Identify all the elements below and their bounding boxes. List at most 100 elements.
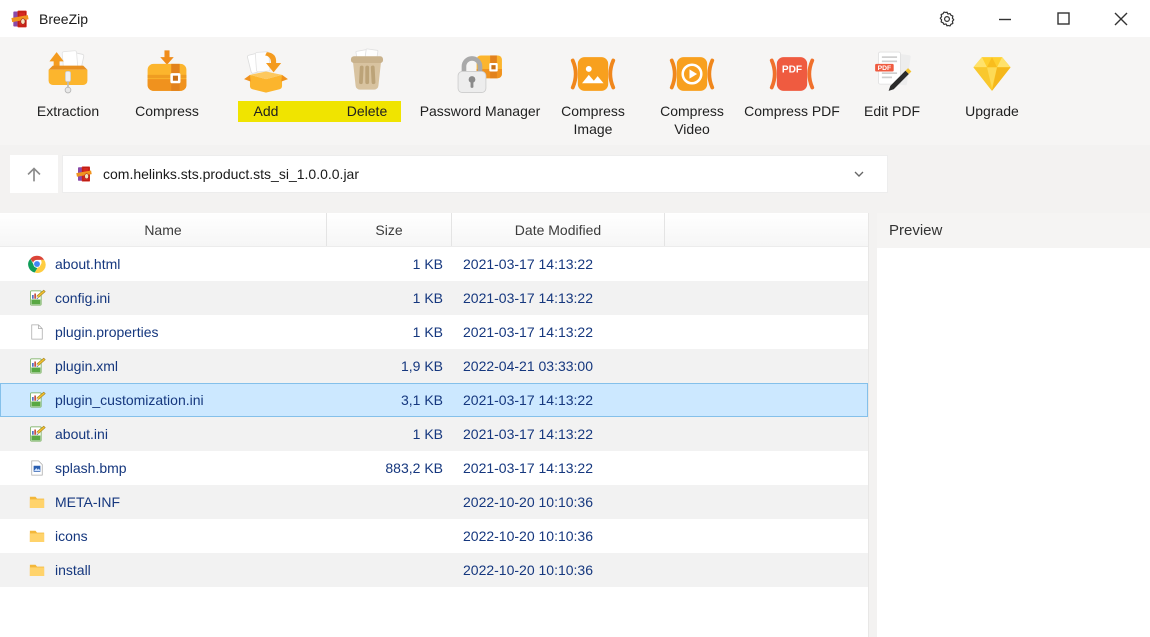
ini-file-icon [28, 425, 46, 443]
toolbar-label-password-manager: Password Manager [410, 102, 550, 120]
file-size: 1 KB [328, 324, 453, 340]
file-name: config.ini [55, 290, 110, 306]
folder-name: META-INF [55, 494, 120, 510]
title-left: BreeZip [0, 9, 88, 29]
pane-divider[interactable] [868, 213, 877, 637]
folder-icon [28, 493, 46, 511]
compress-pdf-icon: PDF [737, 44, 847, 101]
preview-pane: Preview [877, 213, 1150, 637]
file-date: 2022-10-20 10:10:36 [453, 494, 666, 510]
toolbar-upgrade-button[interactable]: Upgrade [942, 44, 1042, 120]
ini-file-icon [28, 391, 46, 409]
folder-row[interactable]: icons 2022-10-20 10:10:36 [0, 519, 868, 553]
extraction-box-icon [18, 44, 118, 101]
file-size: 1,9 KB [328, 358, 453, 374]
column-header-name[interactable]: Name [0, 213, 327, 246]
content-area: Name Size Date Modified about.html 1 KB … [0, 213, 1150, 637]
archive-path-text: com.helinks.sts.product.sts_si_1.0.0.0.j… [103, 166, 851, 182]
toolbar-extraction-button[interactable]: Extraction [18, 44, 118, 120]
ini-file-icon [28, 357, 46, 375]
password-lock-icon [410, 44, 550, 101]
file-name-cell: plugin.xml [1, 357, 328, 375]
file-row[interactable]: about.ini 1 KB 2021-03-17 14:13:22 [0, 417, 868, 451]
up-arrow-icon [23, 163, 45, 185]
app-window: BreeZip [0, 0, 1150, 637]
toolbar-compress-image-button[interactable]: Compress Image [548, 44, 638, 138]
navigate-up-button[interactable] [10, 155, 58, 193]
file-size: 1 KB [328, 290, 453, 306]
file-date: 2022-10-20 10:10:36 [453, 528, 666, 544]
file-row[interactable]: about.html 1 KB 2021-03-17 14:13:22 [0, 247, 868, 281]
ini-file-icon [28, 289, 46, 307]
minimize-button[interactable] [976, 0, 1034, 37]
file-row-selected[interactable]: plugin_customization.ini 3,1 KB 2021-03-… [0, 383, 868, 417]
file-date: 2022-04-21 03:33:00 [453, 358, 666, 374]
file-name-cell: about.ini [1, 425, 328, 443]
svg-text:PDF: PDF [878, 65, 892, 72]
file-name-cell: splash.bmp [1, 459, 328, 477]
toolbar-add-button[interactable]: Add [216, 44, 316, 120]
maximize-button[interactable] [1034, 0, 1092, 37]
file-date: 2021-03-17 14:13:22 [453, 290, 666, 306]
toolbar-label-add: Add [216, 102, 316, 120]
breezip-logo-icon [10, 9, 30, 29]
upgrade-gem-icon [942, 44, 1042, 101]
svg-text:PDF: PDF [782, 64, 802, 75]
file-date: 2021-03-17 14:13:22 [453, 256, 666, 272]
column-header-date-modified[interactable]: Date Modified [452, 213, 665, 246]
folder-icon [28, 527, 46, 545]
file-name: about.html [55, 256, 120, 272]
file-size: 883,2 KB [328, 460, 453, 476]
toolbar-label-extraction: Extraction [18, 102, 118, 120]
folder-icon [28, 561, 46, 579]
jar-archive-icon [75, 165, 93, 183]
archive-path-combobox[interactable]: com.helinks.sts.product.sts_si_1.0.0.0.j… [62, 155, 888, 193]
preview-body [877, 248, 1150, 637]
chevron-down-icon[interactable] [851, 166, 867, 182]
column-header-filler [665, 213, 868, 246]
file-size: 1 KB [328, 256, 453, 272]
file-name-cell: config.ini [1, 289, 328, 307]
toolbar-compress-button[interactable]: Compress [117, 44, 217, 120]
file-date: 2021-03-17 14:13:22 [453, 392, 666, 408]
file-name: about.ini [55, 426, 108, 442]
file-name-cell: about.html [1, 255, 328, 273]
html-chrome-icon [28, 255, 46, 273]
file-size: 3,1 KB [328, 392, 453, 408]
folder-name: icons [55, 528, 88, 544]
delete-basket-icon [317, 44, 417, 101]
file-row[interactable]: config.ini 1 KB 2021-03-17 14:13:22 [0, 281, 868, 315]
toolbar-compress-video-button[interactable]: Compress Video [647, 44, 737, 138]
folder-row[interactable]: META-INF 2022-10-20 10:10:36 [0, 485, 868, 519]
toolbar-label-edit-pdf: Edit PDF [842, 102, 942, 120]
file-list-pane: Name Size Date Modified about.html 1 KB … [0, 213, 868, 637]
bmp-file-icon [28, 459, 46, 477]
file-date: 2021-03-17 14:13:22 [453, 460, 666, 476]
toolbar-label-compress: Compress [117, 102, 217, 120]
file-row[interactable]: splash.bmp 883,2 KB 2021-03-17 14:13:22 [0, 451, 868, 485]
toolbar-compress-pdf-button[interactable]: PDF Compress PDF [737, 44, 847, 120]
toolbar-label-compress-pdf: Compress PDF [737, 102, 847, 120]
settings-gear-icon[interactable] [918, 0, 976, 37]
file-name-cell: plugin.properties [1, 323, 328, 341]
folder-row[interactable]: install 2022-10-20 10:10:36 [0, 553, 868, 587]
file-row[interactable]: plugin.properties 1 KB 2021-03-17 14:13:… [0, 315, 868, 349]
compress-image-icon [548, 44, 638, 101]
toolbar: Extraction Compress [0, 37, 1150, 145]
toolbar-password-manager-button[interactable]: Password Manager [410, 44, 550, 120]
toolbar-delete-button[interactable]: Delete [317, 44, 417, 120]
add-to-archive-icon [216, 44, 316, 101]
column-header-size[interactable]: Size [327, 213, 452, 246]
folder-name: install [55, 562, 91, 578]
app-title: BreeZip [39, 11, 88, 27]
edit-pdf-icon: PDF [842, 44, 942, 101]
file-row[interactable]: plugin.xml 1,9 KB 2022-04-21 03:33:00 [0, 349, 868, 383]
file-date: 2021-03-17 14:13:22 [453, 324, 666, 340]
file-name-cell: install [1, 561, 328, 579]
close-button[interactable] [1092, 0, 1150, 37]
preview-header: Preview [877, 213, 1150, 248]
toolbar-edit-pdf-button[interactable]: PDF Edit PDF [842, 44, 942, 120]
toolbar-label-delete: Delete [317, 102, 417, 120]
toolbar-label-upgrade: Upgrade [942, 102, 1042, 120]
file-name: plugin.xml [55, 358, 118, 374]
